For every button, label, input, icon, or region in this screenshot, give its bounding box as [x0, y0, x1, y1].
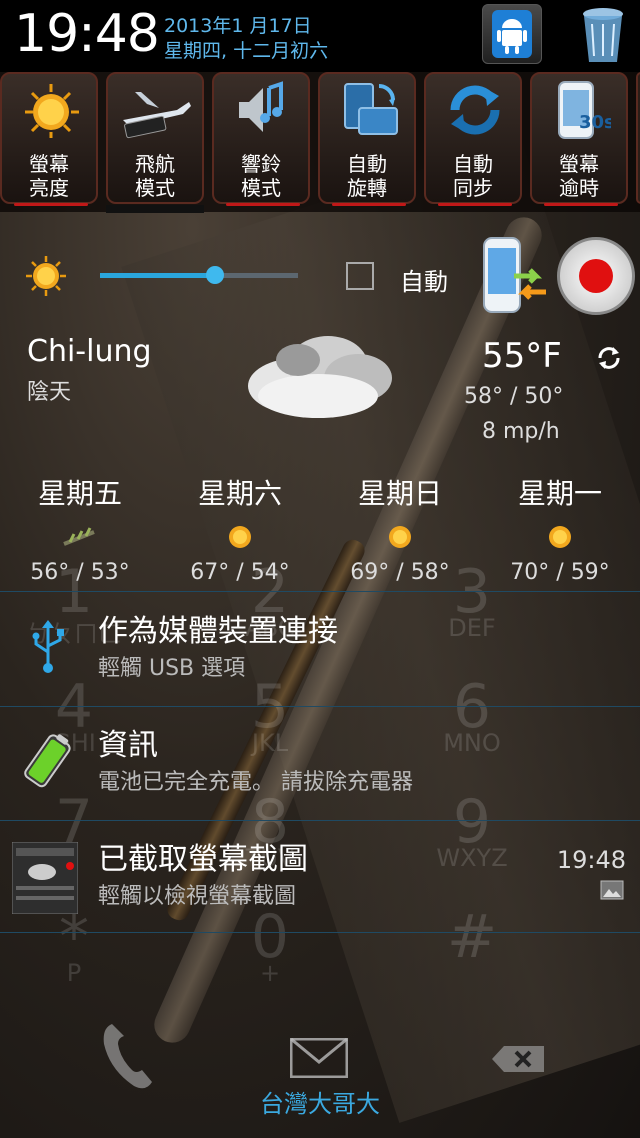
auto-brightness-checkbox[interactable] [346, 262, 374, 290]
gallery-icon [600, 880, 624, 900]
sun-icon [389, 526, 411, 548]
airplane-icon [123, 80, 191, 140]
notification-battery[interactable]: 資訊 電池已完全充電。 請拔除充電器 [0, 708, 640, 820]
phone-timeout-icon: 30s [551, 80, 615, 140]
weather-temperature: 55°F [482, 336, 562, 376]
weather-city: Chi-lung [27, 334, 152, 369]
notification-screenshot[interactable]: 已截取螢幕截圖 輕觸以檢視螢幕截圖 19:48 [0, 822, 640, 934]
usb-icon [32, 620, 64, 673]
phone-transfer-icon[interactable] [480, 236, 552, 316]
sun-icon [229, 526, 251, 548]
sun-icon [549, 526, 571, 548]
toggle-ring-mode[interactable]: 響鈴 模式 [212, 72, 310, 206]
toggle-screen-timeout[interactable]: 30s 螢幕 逾時 [530, 72, 628, 206]
clock: 19:48 [14, 4, 160, 64]
toggle-auto-sync[interactable]: 自動 同步 [424, 72, 522, 206]
weather-hi-lo: 58° / 50° [464, 384, 564, 409]
toggle-auto-rotate[interactable]: 自動 旋轉 [318, 72, 416, 206]
speaker-icon [233, 80, 293, 140]
carrier-label: 台灣大哥大 [260, 1090, 380, 1118]
rotate-icon [339, 80, 399, 140]
brightness-slider-handle[interactable] [205, 266, 224, 284]
forecast-day: 星期六 67° / 54° [190, 477, 290, 585]
backspace-icon[interactable] [490, 1044, 546, 1074]
trash-icon[interactable] [580, 6, 626, 64]
date-line-1: 2013年1 月17日 [164, 15, 312, 37]
screenshot-icon [12, 842, 78, 914]
toggle-airplane[interactable]: 飛航 模式 [106, 72, 204, 204]
sync-icon [445, 80, 505, 140]
windy-icon [63, 527, 95, 546]
status-bar: 19:48 2013年1 月17日 星期四, 十二月初六 [0, 0, 640, 72]
brightness-sun-icon [26, 256, 66, 296]
record-button[interactable] [557, 237, 635, 315]
weather-condition: 陰天 [27, 380, 72, 405]
notification-usb[interactable]: 作為媒體裝置連接 輕觸 USB 選項 [0, 594, 640, 706]
forecast-day: 星期五 56° / 53° [30, 477, 130, 585]
refresh-icon[interactable] [596, 345, 622, 371]
dialer-bottom: 台灣大哥大 [0, 1010, 640, 1138]
phone-icon[interactable] [98, 1020, 154, 1092]
svg-text:30s: 30s [579, 112, 611, 133]
weather-wind: 8 mp/h [482, 419, 560, 444]
quick-toggles: 螢幕 亮度 飛航 模式 響鈴 模式 自動 旋轉 自動 同步 30s 螢幕 逾時 [0, 72, 640, 212]
toggle-brightness[interactable]: 螢幕 亮度 [0, 72, 98, 206]
cloud-icon [248, 336, 392, 418]
forecast-day: 星期日 69° / 58° [350, 477, 450, 585]
sun-icon [21, 80, 81, 140]
mail-icon[interactable] [290, 1038, 348, 1078]
android-icon[interactable] [482, 4, 542, 64]
date-line-2: 星期四, 十二月初六 [164, 40, 329, 62]
battery-icon [24, 734, 71, 788]
forecast-day: 星期一 70° / 59° [510, 477, 610, 585]
auto-brightness-label: 自動 [400, 268, 448, 296]
